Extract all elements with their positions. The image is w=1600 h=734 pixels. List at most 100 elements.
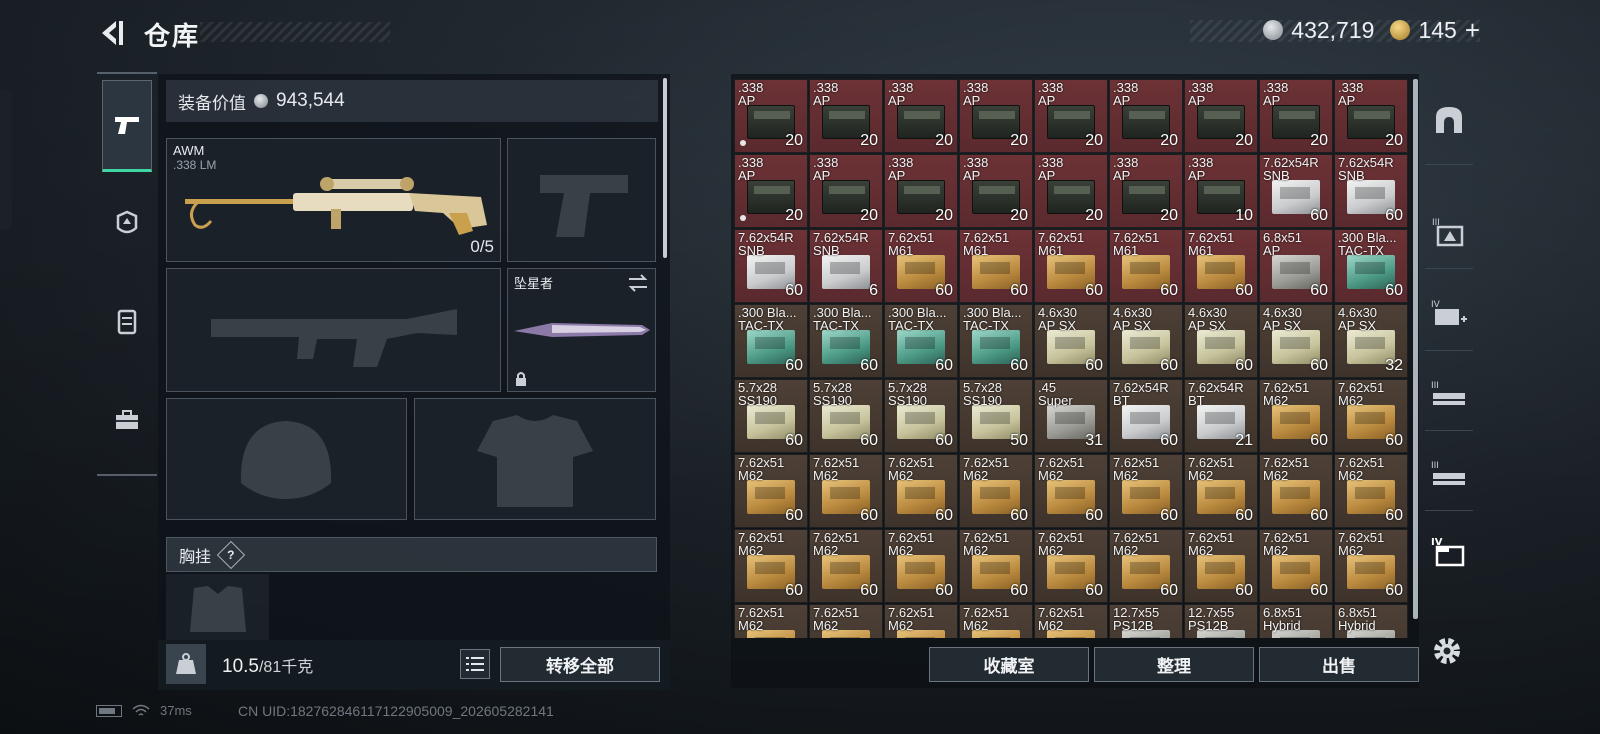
stash-tab-3-gun[interactable]: III <box>1425 364 1473 424</box>
stash-item[interactable]: 5.7x28 SS190 50 <box>959 379 1033 453</box>
stash-item[interactable]: 7.62x51 M62 60 <box>1334 379 1408 453</box>
stash-item[interactable]: .338 AP 20 <box>1034 154 1108 228</box>
stash-item[interactable]: 4.6x30 AP SX 60 <box>1259 304 1333 378</box>
stash-item[interactable]: .300 Bla... TAC-TX 60 <box>734 304 808 378</box>
transfer-all-button[interactable]: 转移全部 <box>500 647 660 682</box>
settings-gear-icon[interactable] <box>1430 634 1464 668</box>
stash-item[interactable]: 7.62x51 M62 60 <box>734 454 808 528</box>
stash-item[interactable]: 7.62x51 M62 60 <box>1334 454 1408 528</box>
stash-item[interactable]: 7.62x51 M62 60 <box>1184 454 1258 528</box>
stash-item[interactable]: .338 AP 20 <box>734 154 808 228</box>
add-gold-button[interactable]: + <box>1465 15 1480 46</box>
stash-item[interactable]: 7.62x51 M62 <box>809 604 883 638</box>
stash-item[interactable]: 7.62x51 M62 60 <box>1034 454 1108 528</box>
chest-rig-slot[interactable] <box>166 574 269 640</box>
stash-item[interactable]: 7.62x54R BT 60 <box>1109 379 1183 453</box>
nav-case-tab[interactable] <box>102 374 152 466</box>
stash-item[interactable]: 7.62x51 M61 60 <box>1034 229 1108 303</box>
stash-item[interactable]: 7.62x51 M62 60 <box>884 454 958 528</box>
stash-item[interactable]: 7.62x54R SNB 60 <box>734 229 808 303</box>
loadout-scrollbar[interactable] <box>663 78 667 258</box>
stash-item[interactable]: 7.62x51 M62 60 <box>959 454 1033 528</box>
list-view-button[interactable] <box>460 649 490 679</box>
stash-item[interactable]: 7.62x51 M61 60 <box>1184 229 1258 303</box>
stash-item[interactable]: 7.62x51 M62 60 <box>809 454 883 528</box>
stash-item[interactable]: 7.62x51 M61 60 <box>959 229 1033 303</box>
stash-item[interactable]: .338 AP 20 <box>959 79 1033 153</box>
stash-tab-4-active[interactable]: IV <box>1425 522 1473 582</box>
stash-item[interactable]: 7.62x51 M62 60 <box>1184 529 1258 603</box>
stash-item[interactable]: .300 Bla... TAC-TX 60 <box>884 304 958 378</box>
stash-item[interactable]: 7.62x51 M62 <box>1034 604 1108 638</box>
secondary-weapon-slot[interactable] <box>166 268 501 392</box>
stash-item[interactable]: .300 Bla... TAC-TX 60 <box>1334 229 1408 303</box>
armor-slot[interactable] <box>414 398 656 520</box>
stash-item[interactable]: 4.6x30 AP SX 60 <box>1109 304 1183 378</box>
sidearm-slot[interactable] <box>507 138 656 262</box>
stash-item[interactable]: 5.7x28 SS190 60 <box>734 379 808 453</box>
stash-item[interactable]: 7.62x51 M62 <box>734 604 808 638</box>
stash-item[interactable]: 6.8x51 Hybrid <box>1259 604 1333 638</box>
stash-item[interactable]: 7.62x51 M62 <box>884 604 958 638</box>
stash-item[interactable]: 4.6x30 AP SX 60 <box>1184 304 1258 378</box>
stash-item[interactable]: 4.6x30 AP SX 60 <box>1034 304 1108 378</box>
stash-tab-3[interactable]: III <box>1425 202 1473 262</box>
edge-pull-tab[interactable] <box>0 90 12 230</box>
stash-item[interactable]: 6.8x51 AP 60 <box>1259 229 1333 303</box>
stash-item[interactable]: .338 AP 20 <box>734 79 808 153</box>
collection-room-button[interactable]: 收藏室 <box>929 647 1089 682</box>
stash-item[interactable]: 7.62x51 M62 60 <box>1334 529 1408 603</box>
stash-item[interactable]: .300 Bla... TAC-TX 60 <box>959 304 1033 378</box>
stash-item[interactable]: 7.62x51 M62 60 <box>1259 529 1333 603</box>
stash-item[interactable]: 7.62x51 M61 60 <box>1109 229 1183 303</box>
stash-item[interactable]: .338 AP 10 <box>1184 154 1258 228</box>
stash-item[interactable]: 5.7x28 SS190 60 <box>884 379 958 453</box>
stash-item[interactable]: 12.7x55 PS12B <box>1184 604 1258 638</box>
stash-item[interactable]: 7.62x51 M61 60 <box>884 229 958 303</box>
stash-item[interactable]: 6.8x51 Hybrid <box>1334 604 1408 638</box>
stash-tab-4-add[interactable]: IV <box>1425 284 1473 344</box>
stash-item[interactable]: .338 AP 20 <box>1334 79 1408 153</box>
stash-item[interactable]: 5.7x28 SS190 60 <box>809 379 883 453</box>
stash-item[interactable]: 7.62x51 M62 <box>959 604 1033 638</box>
melee-slot[interactable]: 坠星者 <box>507 268 656 392</box>
stash-item[interactable]: 7.62x51 M62 60 <box>1259 454 1333 528</box>
stash-tab-home[interactable] <box>1425 90 1473 150</box>
stash-item[interactable]: 7.62x51 M62 60 <box>884 529 958 603</box>
stash-tab-3-gun-b[interactable]: III <box>1425 444 1473 504</box>
stash-item[interactable]: .45 Super 31 <box>1034 379 1108 453</box>
primary-weapon-slot[interactable]: AWM .338 LM 0/5 <box>166 138 501 262</box>
helmet-slot[interactable] <box>166 398 407 520</box>
stash-item[interactable]: 7.62x54R BT 21 <box>1184 379 1258 453</box>
stash-scrollbar[interactable] <box>1413 79 1418 619</box>
stash-item[interactable]: 7.62x54R SNB 60 <box>1259 154 1333 228</box>
stash-item[interactable]: .338 AP 20 <box>809 154 883 228</box>
stash-item[interactable]: .338 AP 20 <box>1109 154 1183 228</box>
stash-item[interactable]: 7.62x51 M62 60 <box>959 529 1033 603</box>
stash-item[interactable]: .338 AP 20 <box>959 154 1033 228</box>
stash-item[interactable]: .338 AP 20 <box>884 79 958 153</box>
stash-item[interactable]: .300 Bla... TAC-TX 60 <box>809 304 883 378</box>
nav-weapons-tab[interactable] <box>102 80 152 172</box>
stash-item[interactable]: .338 AP 20 <box>884 154 958 228</box>
stash-item[interactable]: .338 AP 20 <box>1184 79 1258 153</box>
stash-item[interactable]: 7.62x51 M62 60 <box>1109 529 1183 603</box>
stash-item[interactable]: 7.62x51 M62 60 <box>1109 454 1183 528</box>
stash-item[interactable]: 4.6x30 AP SX 32 <box>1334 304 1408 378</box>
stash-item[interactable]: .338 AP 20 <box>1109 79 1183 153</box>
nav-helmet-tab[interactable] <box>102 178 152 270</box>
stash-item[interactable]: .338 AP 20 <box>809 79 883 153</box>
swap-icon[interactable] <box>627 273 649 293</box>
back-arrow-icon[interactable] <box>96 18 126 48</box>
stash-item[interactable]: 7.62x51 M62 60 <box>1259 379 1333 453</box>
sell-button[interactable]: 出售 <box>1259 647 1419 682</box>
stash-item[interactable]: .338 AP 20 <box>1259 79 1333 153</box>
help-icon[interactable]: ? <box>216 540 246 569</box>
stash-item[interactable]: .338 AP 20 <box>1034 79 1108 153</box>
stash-item[interactable]: 7.62x54R SNB 6 <box>809 229 883 303</box>
stash-item[interactable]: 7.62x51 M62 60 <box>1034 529 1108 603</box>
stash-item[interactable]: 12.7x55 PS12B <box>1109 604 1183 638</box>
nav-vest-tab[interactable] <box>102 276 152 368</box>
stash-item[interactable]: 7.62x54R SNB 60 <box>1334 154 1408 228</box>
organize-button[interactable]: 整理 <box>1094 647 1254 682</box>
